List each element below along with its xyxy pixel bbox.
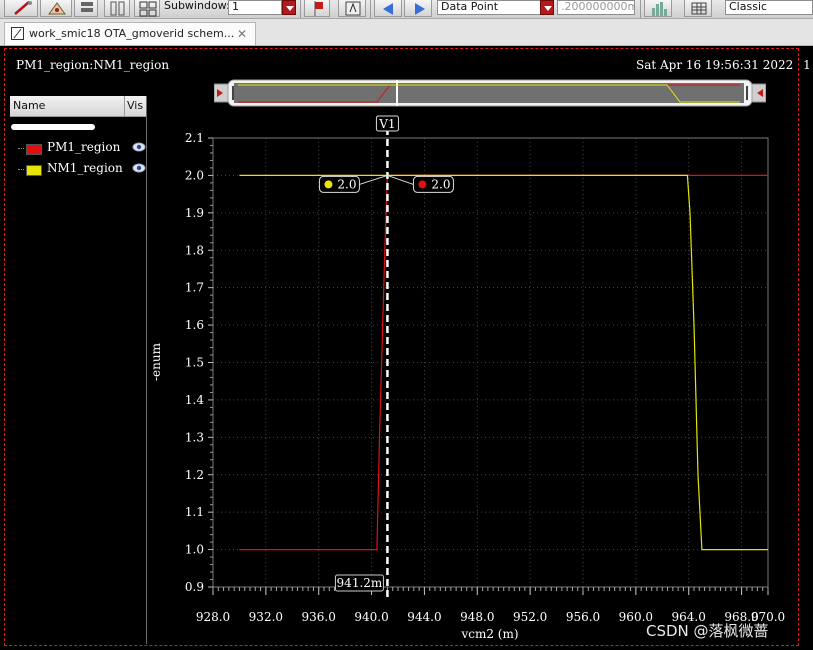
x-tick-label: 928.0 bbox=[196, 610, 230, 624]
y-tick-label: 1.2 bbox=[185, 468, 204, 482]
y-tick-label: 1.9 bbox=[185, 206, 204, 220]
x-axis-label: vcm2 (m) bbox=[460, 627, 518, 641]
y-tick-label: 1.3 bbox=[185, 430, 204, 444]
waveform-chart: 0.9 1.0 1.1 1.2 1.3 1.4 1.5 1.6 1.7 1.8 1.9 2.0 2.1 9… bbox=[149, 115, 785, 641]
x-tick-label: 956.0 bbox=[566, 610, 600, 624]
chart-grid bbox=[212, 137, 769, 588]
y-tick-label: 1.6 bbox=[185, 318, 204, 332]
callout-leader bbox=[359, 174, 388, 185]
x-tick-label: 932.0 bbox=[249, 610, 283, 624]
y-tick-label: 1.1 bbox=[185, 505, 204, 519]
callout-value: 2.0 bbox=[337, 177, 356, 191]
y-tick-label: 1.4 bbox=[185, 393, 204, 407]
y-tick-label: 1.0 bbox=[185, 543, 204, 557]
x-tick-label: 944.0 bbox=[407, 610, 441, 624]
y-tick-label: 2.0 bbox=[185, 168, 204, 182]
callout-value: 2.0 bbox=[431, 177, 450, 191]
callout-dot bbox=[324, 180, 333, 189]
x-tick-label: 948.0 bbox=[460, 610, 494, 624]
marker-group: V1 941.2m 2.0 2.0 bbox=[318, 115, 454, 600]
y-axis-label: -enum bbox=[149, 342, 163, 381]
marker-x-label: 941.2m bbox=[337, 576, 383, 590]
y-tick-label: 1.5 bbox=[185, 356, 204, 370]
watermark: CSDN @落枫微蔷 bbox=[646, 622, 769, 640]
x-tick-label: 940.0 bbox=[354, 610, 388, 624]
y-tick-label: 1.8 bbox=[185, 243, 204, 257]
x-tick-label: 952.0 bbox=[513, 610, 547, 624]
y-tick-label: 2.1 bbox=[185, 131, 204, 145]
marker-name: V1 bbox=[378, 117, 395, 131]
y-tick-label: 0.9 bbox=[185, 580, 204, 594]
callout-leader bbox=[387, 174, 414, 185]
callout-dot bbox=[418, 180, 427, 189]
y-tick-label: 1.7 bbox=[185, 281, 204, 295]
x-tick-label: 936.0 bbox=[302, 610, 336, 624]
plot-frame bbox=[212, 137, 769, 588]
